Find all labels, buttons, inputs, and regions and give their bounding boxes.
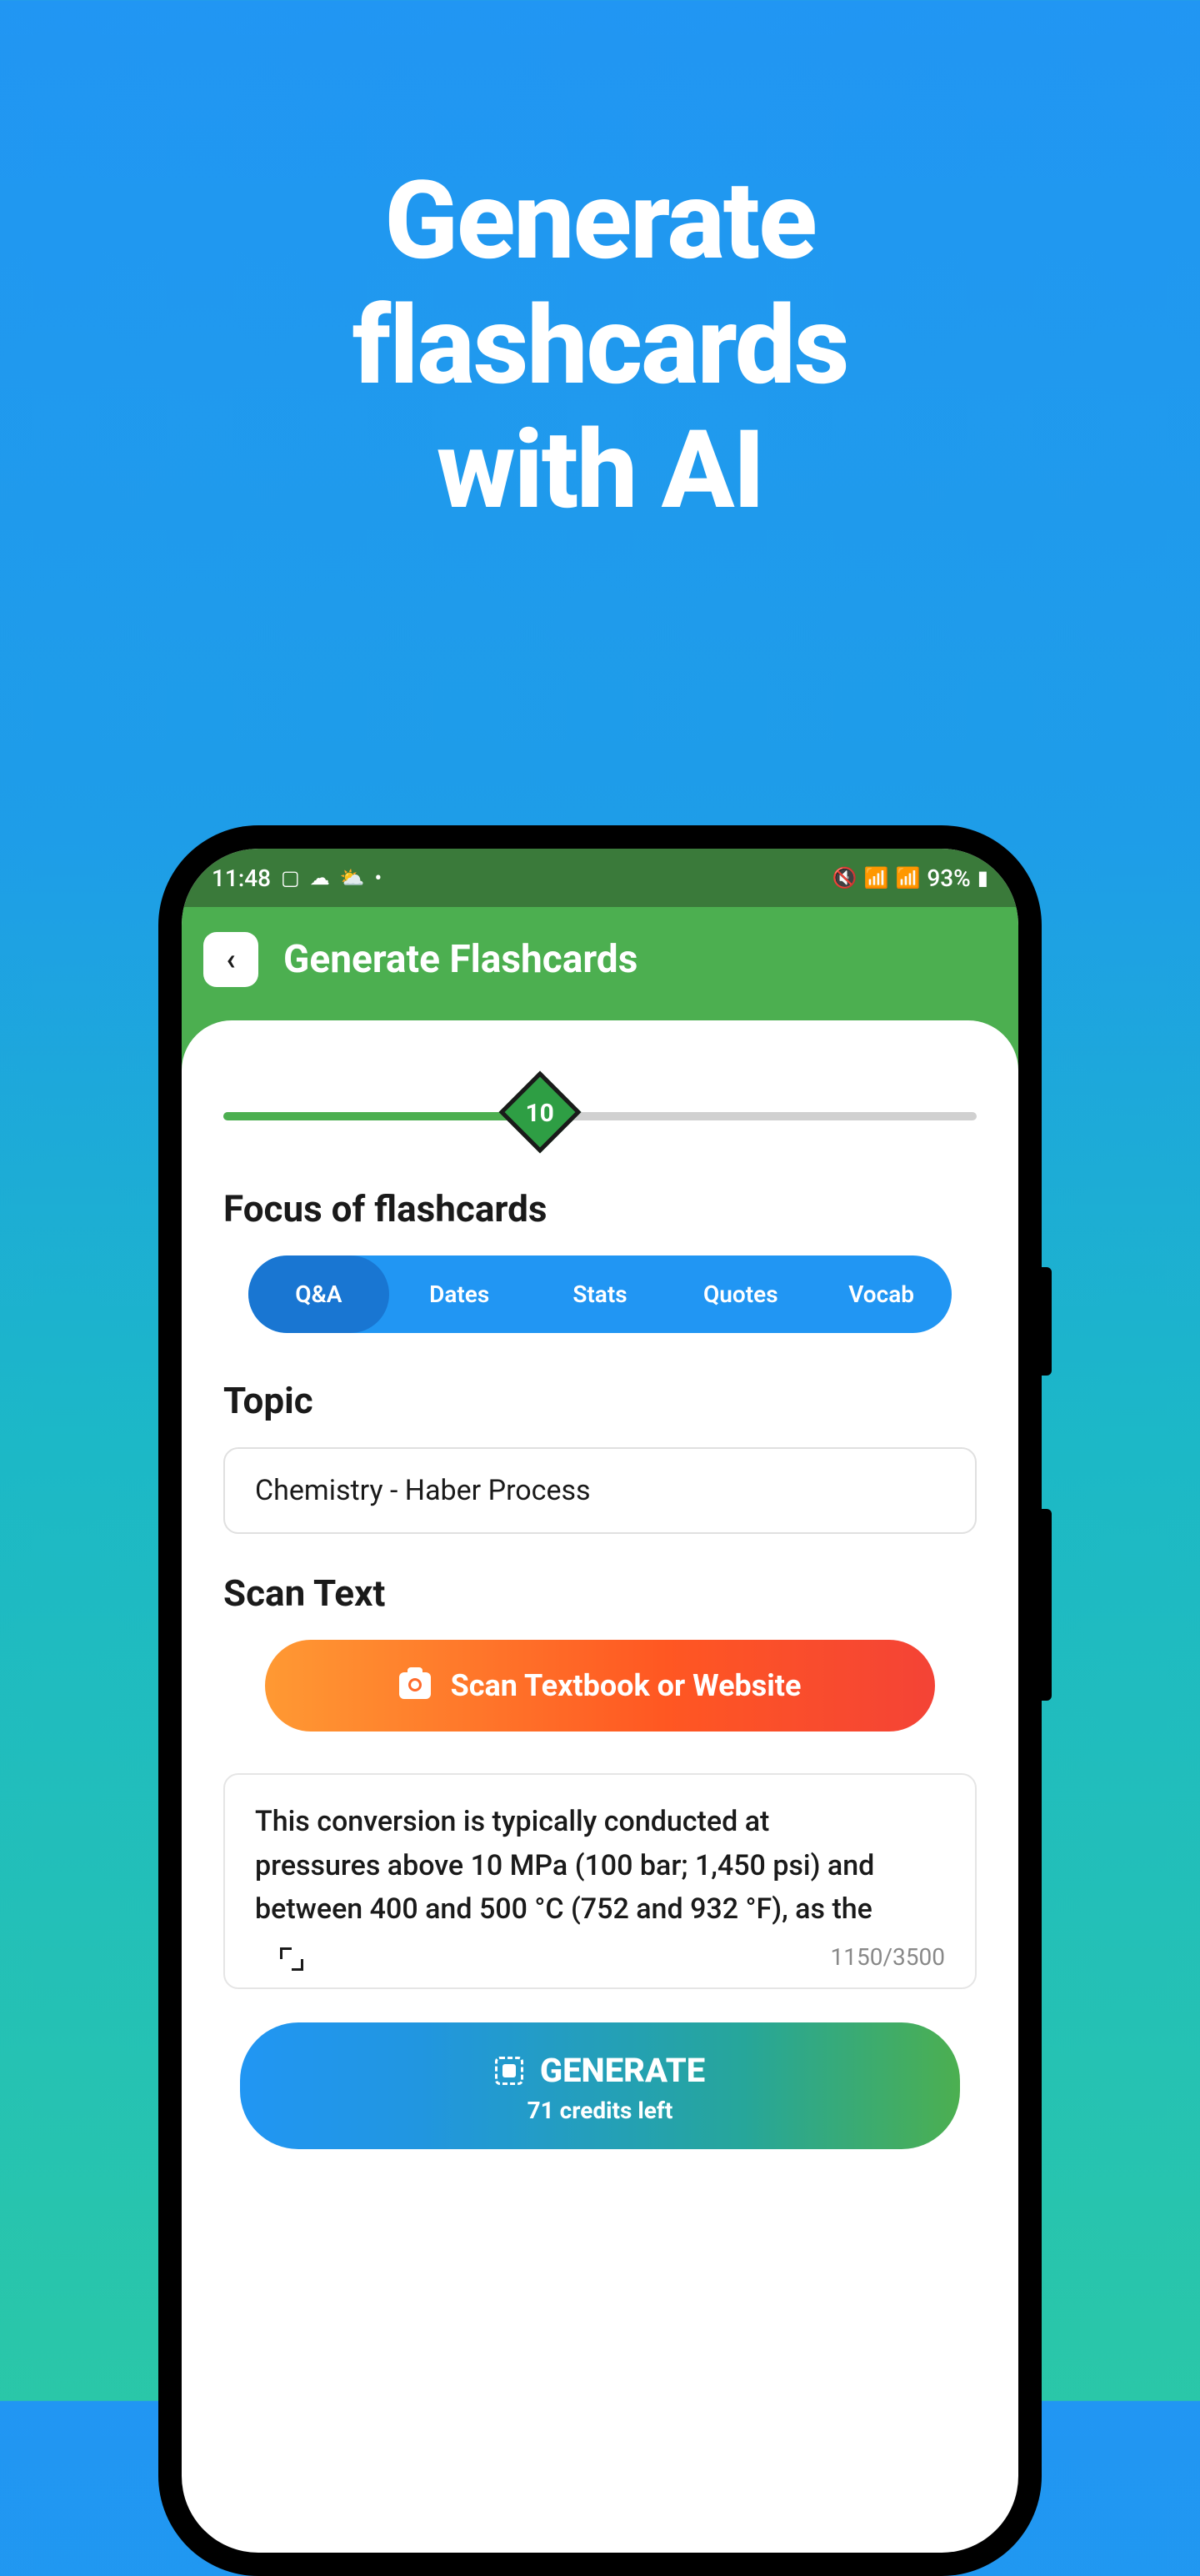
character-counter: 1150/3500 bbox=[831, 1943, 945, 1971]
text-area-footer: 1150/3500 bbox=[255, 1943, 945, 1971]
chevron-left-icon: ‹ bbox=[226, 942, 235, 977]
status-time: 11:48 bbox=[212, 865, 271, 892]
chip-vocab[interactable]: Vocab bbox=[811, 1255, 952, 1333]
topic-section-title: Topic bbox=[223, 1379, 977, 1422]
phone-side-button-1 bbox=[1042, 1267, 1052, 1376]
expand-icon[interactable] bbox=[280, 1947, 303, 1971]
signal-icon: 📶 bbox=[895, 866, 920, 890]
scanned-text-content: This conversion is typically conducted a… bbox=[255, 1800, 945, 1932]
scanned-text-area[interactable]: This conversion is typically conducted a… bbox=[223, 1773, 977, 1989]
chip-stats[interactable]: Stats bbox=[530, 1255, 671, 1333]
back-button[interactable]: ‹ bbox=[203, 932, 258, 987]
focus-section-title: Focus of flashcards bbox=[223, 1187, 977, 1230]
generate-label: GENERATE bbox=[540, 2051, 705, 2090]
generate-button[interactable]: GENERATE 71 credits left bbox=[240, 2022, 960, 2149]
weather-icon: ⛅ bbox=[340, 866, 365, 890]
credits-remaining: 71 credits left bbox=[273, 2097, 927, 2124]
cloud-icon: ☁ bbox=[310, 866, 330, 890]
slider-value: 10 bbox=[525, 1099, 553, 1128]
status-bar: 11:48 ▢ ☁ ⛅ • 🔇 📶 📶 93% ▮ bbox=[182, 849, 1018, 907]
phone-side-button-2 bbox=[1042, 1509, 1052, 1701]
slider-fill bbox=[223, 1112, 540, 1120]
cpu-icon bbox=[495, 2057, 523, 2085]
status-battery: 93% bbox=[927, 865, 970, 892]
scan-button-label: Scan Textbook or Website bbox=[451, 1668, 802, 1703]
generate-button-main: GENERATE bbox=[273, 2051, 927, 2090]
image-icon: ▢ bbox=[281, 866, 300, 890]
phone-screen: 11:48 ▢ ☁ ⛅ • 🔇 📶 📶 93% ▮ ‹ Generate Fla… bbox=[182, 849, 1018, 2553]
hero-line-2: flashcards bbox=[0, 283, 1200, 408]
dot-icon: • bbox=[375, 866, 382, 890]
battery-icon: ▮ bbox=[978, 866, 988, 890]
mute-icon: 🔇 bbox=[832, 866, 858, 890]
hero-line-3: with AI bbox=[0, 408, 1200, 533]
chip-dates[interactable]: Dates bbox=[389, 1255, 530, 1333]
camera-icon bbox=[399, 1672, 431, 1699]
page-title: Generate Flashcards bbox=[283, 937, 638, 982]
scan-section-title: Scan Text bbox=[223, 1571, 977, 1615]
phone-frame: 11:48 ▢ ☁ ⛅ • 🔇 📶 📶 93% ▮ ‹ Generate Fla… bbox=[158, 825, 1042, 2576]
status-right: 🔇 📶 📶 93% ▮ bbox=[832, 865, 988, 892]
content-card: 10 Focus of flashcards Q&A Dates Stats Q… bbox=[182, 1020, 1018, 2183]
scan-textbook-button[interactable]: Scan Textbook or Website bbox=[265, 1640, 935, 1732]
wifi-icon: 📶 bbox=[864, 866, 889, 890]
quantity-slider[interactable]: 10 bbox=[223, 1087, 977, 1145]
hero-line-1: Generate bbox=[0, 158, 1200, 283]
topic-input[interactable]: Chemistry - Haber Process bbox=[223, 1447, 977, 1534]
chip-quotes[interactable]: Quotes bbox=[670, 1255, 811, 1333]
chip-qa[interactable]: Q&A bbox=[248, 1255, 389, 1333]
hero-title: Generate flashcards with AI bbox=[0, 0, 1200, 533]
status-left: 11:48 ▢ ☁ ⛅ • bbox=[212, 865, 382, 892]
focus-chip-row: Q&A Dates Stats Quotes Vocab bbox=[248, 1255, 952, 1333]
